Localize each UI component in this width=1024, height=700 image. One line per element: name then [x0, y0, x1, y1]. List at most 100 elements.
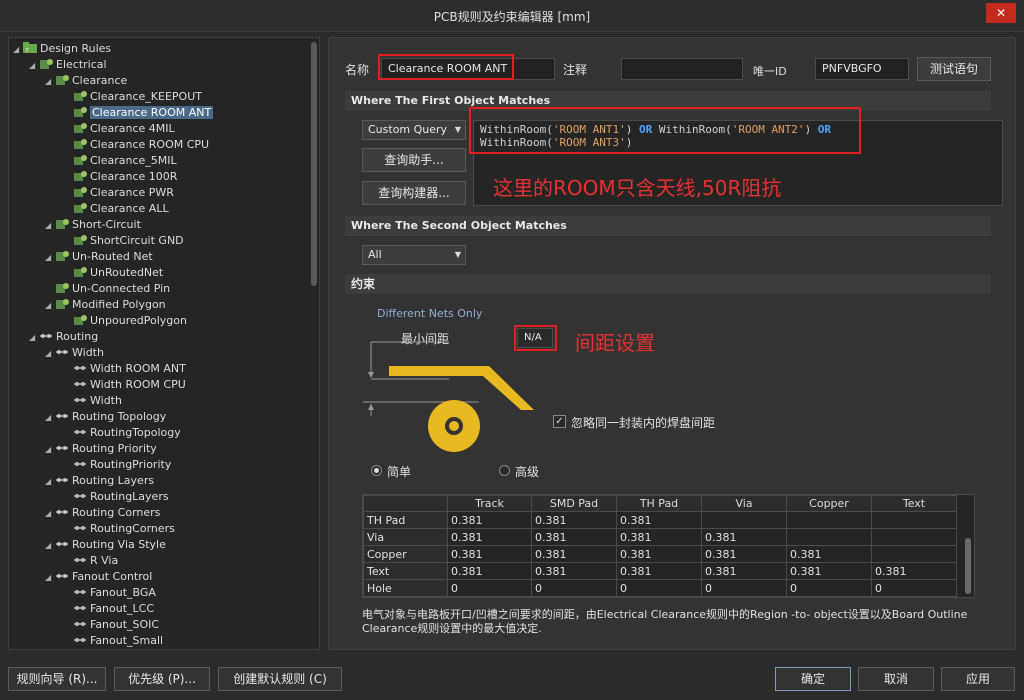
tree-item[interactable]: ◢ Un-Routed Net [45, 249, 153, 265]
matrix-cell[interactable]: 0.381 [447, 545, 532, 563]
test-query-button[interactable]: 测试语句 [917, 57, 991, 81]
matrix-cell[interactable] [701, 511, 787, 529]
expand-arrow-icon[interactable]: ◢ [45, 74, 55, 90]
expand-arrow-icon[interactable]: ◢ [29, 58, 39, 74]
matrix-cell[interactable]: 0.381 [616, 562, 702, 580]
matrix-cell[interactable]: 0.381 [531, 562, 617, 580]
expand-arrow-icon[interactable]: ◢ [29, 330, 39, 346]
tree-item[interactable]: ◢ r Design Rules [13, 41, 111, 57]
tree-item[interactable]: Clearance ROOM CPU [63, 137, 209, 153]
tree-item[interactable]: Clearance 4MIL [63, 121, 175, 137]
tree-item[interactable]: Width [63, 393, 122, 409]
net-scope-label[interactable]: Different Nets Only [377, 307, 482, 320]
ok-button[interactable]: 确定 [775, 667, 851, 691]
tree-item[interactable]: Fanout_Small [63, 633, 163, 649]
tree-item[interactable]: UnRoutedNet [63, 265, 163, 281]
priority-button[interactable]: 优先级 (P)... [114, 667, 210, 691]
rules-tree-panel[interactable]: ◢ r Design Rules ◢ Electrical ◢ Clearance Clear… [8, 37, 320, 650]
matrix-cell[interactable]: 0 [871, 579, 957, 597]
tree-item[interactable]: ◢ Routing Via Style [45, 537, 166, 553]
matrix-cell[interactable]: 0 [701, 579, 787, 597]
rule-wizard-button[interactable]: 规则向导 (R)... [8, 667, 106, 691]
matrix-cell[interactable]: 0.381 [616, 511, 702, 529]
matrix-cell[interactable]: 0 [616, 579, 702, 597]
matrix-cell[interactable]: 0.381 [531, 545, 617, 563]
tree-item[interactable]: ◢ Electrical [29, 57, 107, 73]
query-builder-button[interactable]: 查询构建器... [362, 181, 466, 205]
matrix-cell[interactable]: 0 [531, 579, 617, 597]
matrix-cell[interactable] [786, 528, 872, 546]
matrix-cell[interactable]: 0.381 [701, 528, 787, 546]
tree-item[interactable]: Clearance ROOM ANT [63, 105, 214, 121]
tree-item[interactable]: Clearance 100R [63, 169, 177, 185]
cancel-button[interactable]: 取消 [858, 667, 934, 691]
expand-arrow-icon[interactable]: ◢ [45, 250, 55, 266]
tree-item[interactable]: Clearance ALL [63, 201, 169, 217]
tree-item[interactable]: ◢ Routing Corners [45, 505, 160, 521]
expand-arrow-icon[interactable]: ◢ [45, 346, 55, 362]
first-match-dropdown[interactable]: Custom Query ▼ [362, 120, 466, 140]
ignore-pad-checkbox[interactable]: ✓ [553, 415, 566, 428]
tree-item[interactable]: ◢ Routing Priority [45, 441, 157, 457]
expand-arrow-icon[interactable]: ◢ [45, 538, 55, 554]
tree-item[interactable]: Clearance PWR [63, 185, 174, 201]
expand-arrow-icon[interactable]: ◢ [45, 570, 55, 586]
expand-arrow-icon[interactable]: ◢ [45, 298, 55, 314]
second-match-dropdown[interactable]: All ▼ [362, 245, 466, 265]
tree-scrollbar[interactable] [311, 42, 317, 286]
matrix-cell[interactable]: 0.381 [786, 545, 872, 563]
matrix-cell[interactable] [786, 511, 872, 529]
tree-item[interactable]: Clearance_KEEPOUT [63, 89, 202, 105]
matrix-cell[interactable] [871, 528, 957, 546]
matrix-cell[interactable]: 0.381 [786, 562, 872, 580]
expand-arrow-icon[interactable]: ◢ [13, 42, 23, 58]
tree-item[interactable]: RoutingLayers [63, 489, 169, 505]
expand-arrow-icon[interactable]: ◢ [45, 506, 55, 522]
expand-arrow-icon[interactable]: ◢ [45, 474, 55, 490]
tree-item[interactable]: UnpouredPolygon [63, 313, 187, 329]
tree-item[interactable]: Width ROOM CPU [63, 377, 186, 393]
matrix-cell[interactable]: 0.381 [616, 545, 702, 563]
create-default-rules-button[interactable]: 创建默认规则 (C) [218, 667, 342, 691]
tree-item[interactable]: Fanout_BGA [63, 585, 156, 601]
query-helper-button[interactable]: 查询助手... [362, 148, 466, 172]
matrix-cell[interactable]: 0 [447, 579, 532, 597]
comment-input[interactable] [621, 58, 743, 80]
matrix-cell[interactable] [871, 511, 957, 529]
matrix-cell[interactable]: 0.381 [531, 528, 617, 546]
tree-item[interactable]: ◢ Clearance [45, 73, 127, 89]
apply-button[interactable]: 应用 [941, 667, 1015, 691]
tree-item[interactable]: R Via [63, 553, 118, 569]
tree-item[interactable]: ◢ Short-Circuit [45, 217, 141, 233]
tree-item[interactable]: RoutingCorners [63, 521, 175, 537]
tree-item[interactable]: ◢ Routing [29, 329, 98, 345]
tree-item[interactable]: ◢ Fanout Control [45, 569, 152, 585]
matrix-cell[interactable]: 0.381 [447, 511, 532, 529]
tree-item[interactable]: ShortCircuit GND [63, 233, 184, 249]
tree-item[interactable]: RoutingTopology [63, 425, 181, 441]
tree-item[interactable]: ◢ Modified Polygon [45, 297, 166, 313]
matrix-cell[interactable]: 0.381 [616, 528, 702, 546]
matrix-cell[interactable]: 0.381 [447, 562, 532, 580]
matrix-cell[interactable]: 0.381 [447, 528, 532, 546]
tree-item[interactable]: RoutingPriority [63, 457, 171, 473]
expand-arrow-icon[interactable]: ◢ [45, 218, 55, 234]
matrix-cell[interactable]: 0 [786, 579, 872, 597]
matrix-cell[interactable]: 0.381 [701, 562, 787, 580]
tree-item[interactable]: Clearance_5MIL [63, 153, 177, 169]
uid-input[interactable]: PNFVBGFO [815, 58, 909, 80]
matrix-cell[interactable]: 0.381 [701, 545, 787, 563]
matrix-scrollbar[interactable] [965, 538, 971, 594]
tree-item[interactable]: Un-Connected Pin [45, 281, 170, 297]
simple-mode-radio[interactable] [371, 465, 382, 476]
tree-item[interactable]: Fanout_SOIC [63, 617, 159, 633]
close-button[interactable]: ✕ [986, 3, 1016, 23]
advanced-mode-radio[interactable] [499, 465, 510, 476]
tree-item[interactable]: ◢ Width [45, 345, 104, 361]
tree-item[interactable]: ◢ Routing Layers [45, 473, 154, 489]
matrix-cell[interactable] [871, 545, 957, 563]
tree-item[interactable]: ◢ Routing Topology [45, 409, 166, 425]
tree-item[interactable]: Fanout_LCC [63, 601, 154, 617]
tree-item[interactable]: Width ROOM ANT [63, 361, 186, 377]
matrix-cell[interactable]: 0.381 [871, 562, 957, 580]
